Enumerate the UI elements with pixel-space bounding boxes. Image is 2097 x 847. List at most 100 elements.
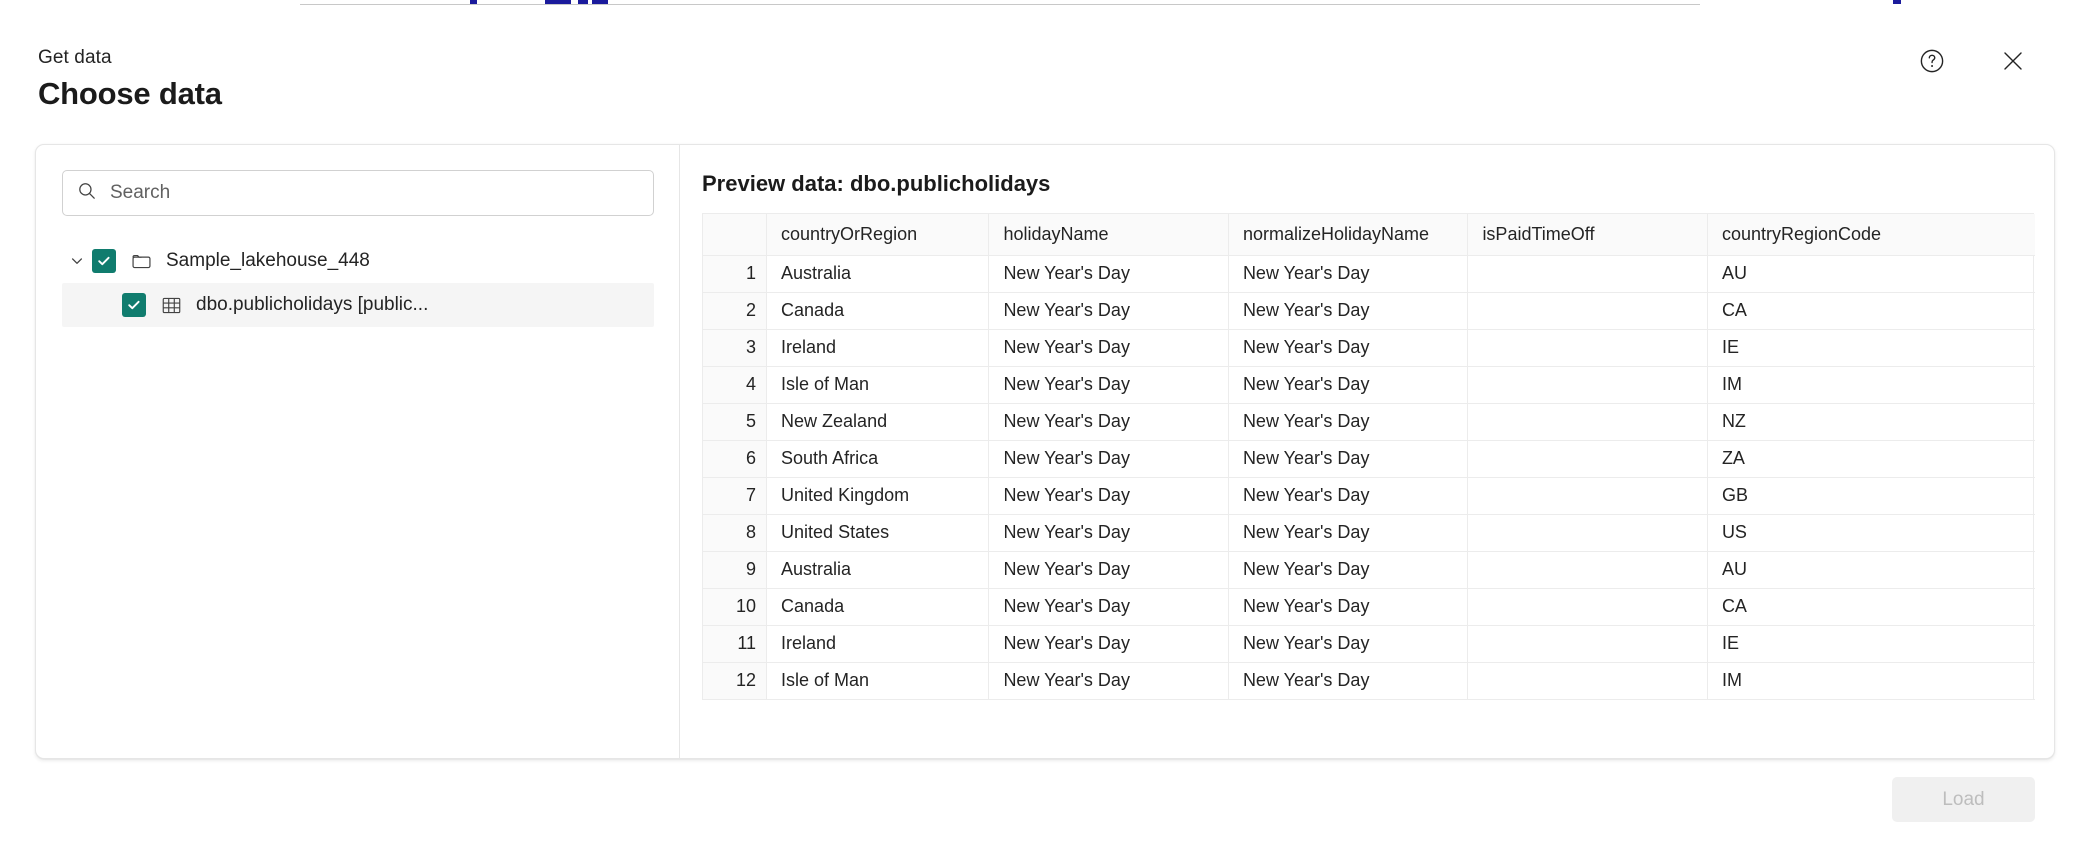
cell-holidayName: New Year's Day xyxy=(988,403,1229,441)
cell-holidayName: New Year's Day xyxy=(988,366,1229,404)
search-box[interactable] xyxy=(62,170,654,216)
table-row[interactable]: 5 New Zealand New Year's Day New Year's Day… xyxy=(703,403,2035,441)
cell-isPaidTimeOff xyxy=(1467,662,1708,700)
cell-countryOrRegion: Canada xyxy=(766,588,990,626)
cell-isPaidTimeOff xyxy=(1467,329,1708,367)
cell-isPaidTimeOff xyxy=(1467,366,1708,404)
cell-countryRegionCode: IM xyxy=(1707,366,2035,404)
row-index-cell: 3 xyxy=(703,329,768,367)
source-tree: Sample_lakehouse_448 dbo.publicholidays … xyxy=(36,239,679,327)
cell-holidayName: New Year's Day xyxy=(988,292,1229,330)
table-row[interactable]: 2 Canada New Year's Day New Year's Day CA xyxy=(703,292,2035,330)
cell-countryOrRegion: Australia xyxy=(766,551,990,589)
cell-countryRegionCode: IE xyxy=(1707,329,2035,367)
cell-countryOrRegion: Canada xyxy=(766,292,990,330)
tree-item-sample-lakehouse-448[interactable]: Sample_lakehouse_448 xyxy=(62,239,654,283)
folder-icon xyxy=(124,250,158,273)
table-row[interactable]: 12 Isle of Man New Year's Day New Year's Da… xyxy=(703,662,2035,700)
checkbox-dbo-publicholidays[interactable] xyxy=(122,293,146,317)
cell-countryRegionCode: US xyxy=(1707,514,2035,552)
search-input[interactable] xyxy=(110,182,630,204)
checkbox-sample-lakehouse-448[interactable] xyxy=(92,249,116,273)
close-button[interactable] xyxy=(1991,40,2035,84)
row-index-cell: 10 xyxy=(703,588,768,626)
row-index-cell: 12 xyxy=(703,662,768,700)
tree-item-label: dbo.publicholidays [public... xyxy=(196,294,429,315)
cell-countryRegionCode: IE xyxy=(1707,625,2035,663)
column-header-isPaidTimeOff[interactable]: isPaidTimeOff xyxy=(1467,214,1708,256)
page-title: Choose data xyxy=(38,76,222,111)
cell-countryOrRegion: Isle of Man xyxy=(766,366,990,404)
cell-isPaidTimeOff xyxy=(1467,403,1708,441)
dialog-eyebrow: Get data xyxy=(38,47,112,68)
column-header-countryRegionCode[interactable]: countryRegionCode xyxy=(1707,214,2035,256)
column-header-normalizeHolidayName[interactable]: normalizeHolidayName xyxy=(1228,214,1469,256)
cell-holidayName: New Year's Day xyxy=(988,329,1229,367)
cell-holidayName: New Year's Day xyxy=(988,477,1229,515)
table-row[interactable]: 7 United Kingdom New Year's Day New Year's … xyxy=(703,477,2035,515)
tree-item-label: Sample_lakehouse_448 xyxy=(166,250,370,271)
dialog-header: Get data Choose data xyxy=(0,5,2097,135)
source-tree-pane: Sample_lakehouse_448 xyxy=(36,145,680,758)
cell-countryRegionCode: AU xyxy=(1707,551,2035,589)
cell-holidayName: New Year's Day xyxy=(988,662,1229,700)
content-card: Sample_lakehouse_448 xyxy=(35,144,2055,759)
help-button[interactable] xyxy=(1910,40,1954,84)
table-row[interactable]: 3 Ireland New Year's Day New Year's Day IE xyxy=(703,329,2035,367)
table-row[interactable]: 10 Canada New Year's Day New Year's Day CA xyxy=(703,588,2035,626)
preview-table-container[interactable]: countryOrRegion holidayName normalizeHol… xyxy=(702,213,2035,700)
cell-isPaidTimeOff xyxy=(1467,588,1708,626)
cell-holidayName: New Year's Day xyxy=(988,255,1229,293)
table-icon xyxy=(154,294,188,317)
table-row[interactable]: 11 Ireland New Year's Day New Year's Day IE xyxy=(703,625,2035,663)
cell-countryOrRegion: Ireland xyxy=(766,625,990,663)
cell-isPaidTimeOff xyxy=(1467,477,1708,515)
table-header-row: countryOrRegion holidayName normalizeHol… xyxy=(703,214,2035,256)
table-row[interactable]: 4 Isle of Man New Year's Day New Year's Day… xyxy=(703,366,2035,404)
cell-countryRegionCode: GB xyxy=(1707,477,2035,515)
preview-table-head: countryOrRegion holidayName normalizeHol… xyxy=(703,214,2035,256)
cell-isPaidTimeOff xyxy=(1467,551,1708,589)
cell-countryOrRegion: Isle of Man xyxy=(766,662,990,700)
table-row[interactable]: 6 South Africa New Year's Day New Year's Da… xyxy=(703,440,2035,478)
cell-isPaidTimeOff xyxy=(1467,255,1708,293)
close-icon xyxy=(2000,48,2026,77)
cell-holidayName: New Year's Day xyxy=(988,625,1229,663)
table-row[interactable]: 1 Australia New Year's Day New Year's Day AU xyxy=(703,255,2035,293)
cell-countryRegionCode: CA xyxy=(1707,292,2035,330)
cell-countryRegionCode: CA xyxy=(1707,588,2035,626)
row-index-cell: 7 xyxy=(703,477,768,515)
row-index-cell: 2 xyxy=(703,292,768,330)
column-header-holidayName[interactable]: holidayName xyxy=(988,214,1229,256)
cell-normalizeHolidayName: New Year's Day xyxy=(1228,477,1469,515)
cell-normalizeHolidayName: New Year's Day xyxy=(1228,255,1469,293)
cell-isPaidTimeOff xyxy=(1467,292,1708,330)
load-button[interactable]: Load xyxy=(1892,777,2035,822)
cell-normalizeHolidayName: New Year's Day xyxy=(1228,662,1469,700)
cell-countryOrRegion: United States xyxy=(766,514,990,552)
table-row[interactable]: 8 United States New Year's Day New Year's D… xyxy=(703,514,2035,552)
row-index-cell: 4 xyxy=(703,366,768,404)
cell-normalizeHolidayName: New Year's Day xyxy=(1228,625,1469,663)
chevron-down-icon[interactable] xyxy=(62,253,92,269)
tree-item-dbo-publicholidays[interactable]: dbo.publicholidays [public... xyxy=(62,283,654,327)
table-row[interactable]: 9 Australia New Year's Day New Year's Day AU xyxy=(703,551,2035,589)
cell-countryOrRegion: New Zealand xyxy=(766,403,990,441)
cell-countryRegionCode: ZA xyxy=(1707,440,2035,478)
cell-normalizeHolidayName: New Year's Day xyxy=(1228,514,1469,552)
preview-table-body: 1 Australia New Year's Day New Year's Day AU… xyxy=(703,255,2035,700)
cell-holidayName: New Year's Day xyxy=(988,514,1229,552)
help-circle-icon xyxy=(1918,47,1946,78)
cell-normalizeHolidayName: New Year's Day xyxy=(1228,588,1469,626)
cell-countryRegionCode: IM xyxy=(1707,662,2035,700)
preview-table: countryOrRegion holidayName normalizeHol… xyxy=(703,214,2035,700)
column-header-countryOrRegion[interactable]: countryOrRegion xyxy=(766,214,990,256)
row-index-cell: 11 xyxy=(703,625,768,663)
cell-isPaidTimeOff xyxy=(1467,514,1708,552)
cell-countryOrRegion: South Africa xyxy=(766,440,990,478)
cell-normalizeHolidayName: New Year's Day xyxy=(1228,329,1469,367)
cell-normalizeHolidayName: New Year's Day xyxy=(1228,292,1469,330)
cell-normalizeHolidayName: New Year's Day xyxy=(1228,366,1469,404)
cell-isPaidTimeOff xyxy=(1467,440,1708,478)
cell-isPaidTimeOff xyxy=(1467,625,1708,663)
